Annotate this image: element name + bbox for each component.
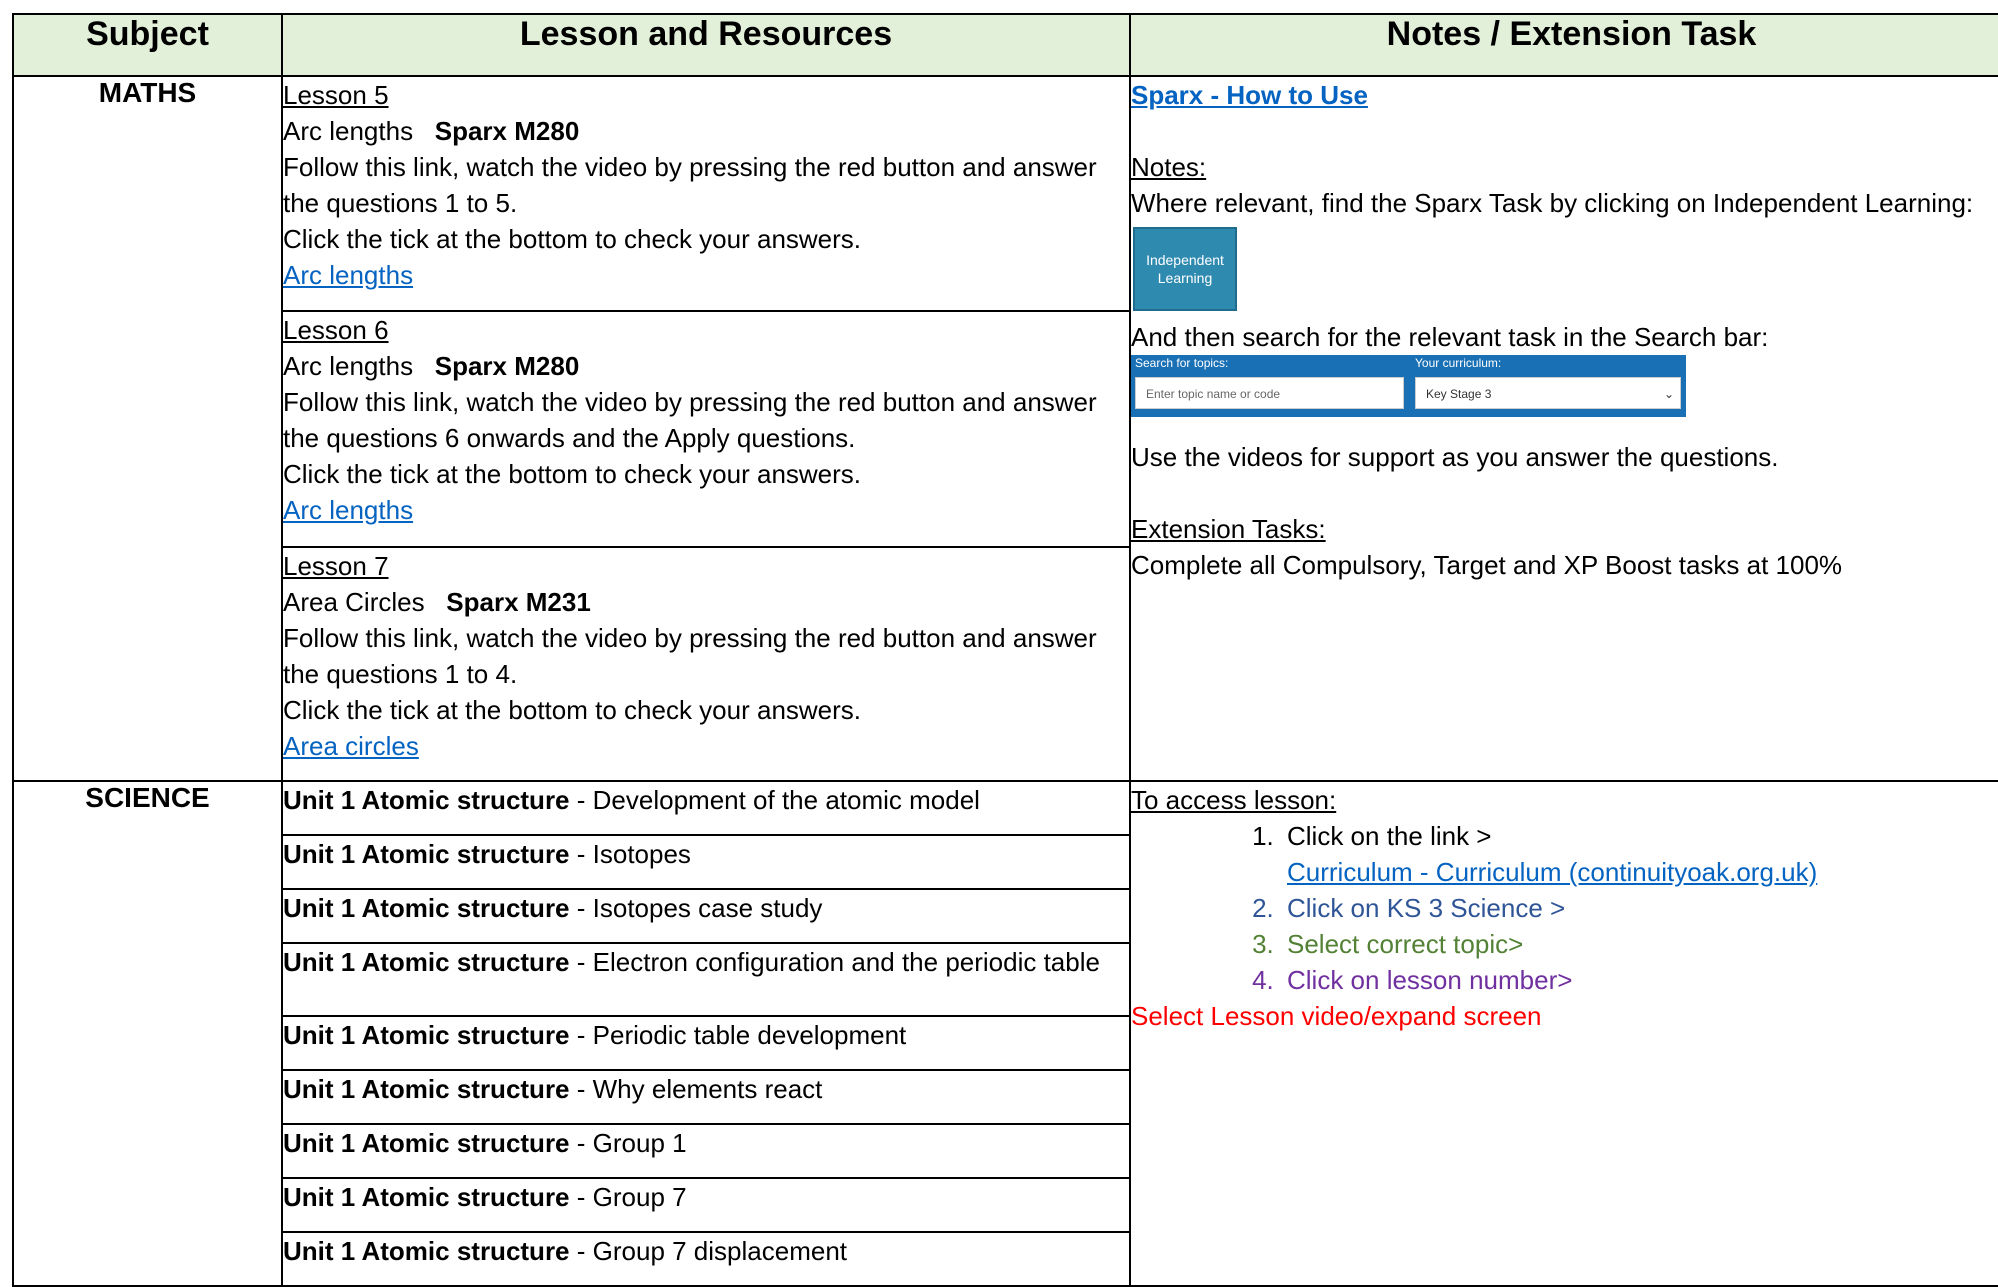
video-support-text: Use the videos for support as you answer…: [1131, 442, 1779, 472]
science-lesson-7: Unit 1 Atomic structure - Group 1: [281, 1123, 1131, 1179]
lesson-topic: Area Circles: [283, 587, 425, 617]
search-input-image: Enter topic name or code: [1135, 377, 1404, 409]
lesson-name: - Isotopes: [569, 839, 691, 869]
unit-label: Unit 1 Atomic structure: [283, 839, 570, 869]
science-notes: To access lesson: Click on the link > Cu…: [1129, 780, 1998, 1287]
search-instructions: And then search for the relevant task in…: [1131, 322, 1769, 352]
step-2: Click on KS 3 Science >: [1281, 890, 1998, 926]
sparx-code: Sparx M280: [434, 351, 580, 381]
science-row-1: SCIENCE Unit 1 Atomic structure - Develo…: [12, 780, 1998, 1287]
final-instruction: Select Lesson video/expand screen: [1131, 1001, 1542, 1031]
step-1: Click on the link > Curriculum - Curricu…: [1281, 818, 1998, 890]
lesson-name: - Development of the atomic model: [569, 785, 980, 815]
subject-science: SCIENCE: [12, 780, 283, 1287]
lesson-check-instructions: Click the tick at the bottom to check yo…: [283, 224, 862, 254]
step-4: Click on lesson number>: [1281, 962, 1998, 998]
maths-lesson-5: Lesson 5 Arc lengths Sparx M280 Follow t…: [281, 75, 1131, 312]
lesson-topic: Arc lengths: [283, 116, 414, 146]
document-page: Subject Lesson and Resources Notes / Ext…: [0, 0, 1998, 1287]
maths-lesson-6: Lesson 6 Arc lengths Sparx M280 Follow t…: [281, 310, 1131, 548]
extension-text: Complete all Compulsory, Target and XP B…: [1131, 550, 1843, 580]
timetable-grid: Subject Lesson and Resources Notes / Ext…: [12, 13, 1998, 1287]
lesson-check-instructions: Click the tick at the bottom to check yo…: [283, 695, 862, 725]
header-subject: Subject: [12, 13, 283, 77]
maths-notes: Sparx - How to Use Notes: Where relevant…: [1129, 75, 1998, 782]
unit-label: Unit 1 Atomic structure: [283, 893, 570, 923]
notes-heading: Notes:: [1131, 152, 1207, 182]
curriculum-value: Key Stage 3: [1426, 387, 1492, 401]
notes-text: Where relevant, find the Sparx Task by c…: [1131, 188, 1974, 218]
science-lesson-2: Unit 1 Atomic structure - Isotopes: [281, 834, 1131, 890]
access-heading: To access lesson:: [1131, 785, 1337, 815]
chevron-down-icon: ⌄: [1663, 387, 1674, 401]
lesson-name: - Electron configuration and the periodi…: [569, 947, 1100, 977]
header-notes: Notes / Extension Task: [1129, 13, 1998, 77]
sparx-code: Sparx M280: [434, 116, 580, 146]
lesson-topic-line: Arc lengths Sparx M280: [283, 113, 1129, 149]
independent-learning-button-image: Independent Learning: [1133, 227, 1237, 311]
science-lesson-4: Unit 1 Atomic structure - Electron confi…: [281, 942, 1131, 1017]
search-bar-image: Search for topics: Your curriculum: Ente…: [1131, 355, 1686, 417]
lesson-title: Lesson 6: [283, 315, 389, 345]
lesson-title: Lesson 5: [283, 80, 389, 110]
lesson-link[interactable]: Area circles: [283, 731, 419, 761]
unit-label: Unit 1 Atomic structure: [283, 1074, 570, 1104]
lesson-name: - Why elements react: [569, 1074, 823, 1104]
lesson-name: - Group 7: [569, 1182, 687, 1212]
maths-row-lesson5: MATHS Lesson 5 Arc lengths Sparx M280 Fo…: [12, 75, 1998, 782]
step-3: Select correct topic>: [1281, 926, 1998, 962]
lesson-topic-line: Area Circles Sparx M231: [283, 584, 1129, 620]
unit-label: Unit 1 Atomic structure: [283, 1236, 570, 1266]
lesson-instructions: Follow this link, watch the video by pre…: [283, 623, 1097, 689]
access-steps: Click on the link > Curriculum - Curricu…: [1131, 818, 1998, 998]
lesson-topic-line: Arc lengths Sparx M280: [283, 348, 1129, 384]
lesson-name: - Group 1: [569, 1128, 687, 1158]
unit-label: Unit 1 Atomic structure: [283, 1182, 570, 1212]
sparx-howto-link[interactable]: Sparx - How to Use: [1131, 77, 1998, 113]
extension-heading: Extension Tasks:: [1131, 514, 1326, 544]
science-lesson-8: Unit 1 Atomic structure - Group 7: [281, 1177, 1131, 1233]
lesson-link[interactable]: Arc lengths: [283, 260, 413, 290]
lesson-instructions: Follow this link, watch the video by pre…: [283, 152, 1097, 218]
search-topics-label: Search for topics:: [1135, 356, 1229, 370]
unit-label: Unit 1 Atomic structure: [283, 1128, 570, 1158]
lesson-name: - Periodic table development: [569, 1020, 907, 1050]
lesson-link[interactable]: Arc lengths: [283, 495, 413, 525]
lesson-check-instructions: Click the tick at the bottom to check yo…: [283, 459, 862, 489]
curriculum-select-image: Key Stage 3 ⌄: [1415, 377, 1681, 409]
lesson-name: - Isotopes case study: [569, 893, 823, 923]
science-lesson-9: Unit 1 Atomic structure - Group 7 displa…: [281, 1231, 1131, 1287]
science-lesson-1: Unit 1 Atomic structure - Development of…: [281, 780, 1131, 836]
lesson-instructions: Follow this link, watch the video by pre…: [283, 387, 1097, 453]
lesson-topic: Arc lengths: [283, 351, 414, 381]
science-lesson-3: Unit 1 Atomic structure - Isotopes case …: [281, 888, 1131, 944]
curriculum-label: Your curriculum:: [1415, 356, 1502, 370]
lesson-title: Lesson 7: [283, 551, 389, 581]
header-lesson: Lesson and Resources: [281, 13, 1131, 77]
lesson-name: - Group 7 displacement: [569, 1236, 847, 1266]
unit-label: Unit 1 Atomic structure: [283, 947, 570, 977]
science-lesson-6: Unit 1 Atomic structure - Why elements r…: [281, 1069, 1131, 1125]
header-row: Subject Lesson and Resources Notes / Ext…: [12, 13, 1998, 77]
step-1-text: Click on the link >: [1287, 821, 1492, 851]
subject-maths: MATHS: [12, 75, 283, 782]
curriculum-link[interactable]: Curriculum - Curriculum (continuityoak.o…: [1287, 857, 1817, 887]
sparx-code: Sparx M231: [446, 587, 591, 617]
science-lesson-5: Unit 1 Atomic structure - Periodic table…: [281, 1015, 1131, 1071]
unit-label: Unit 1 Atomic structure: [283, 785, 570, 815]
maths-lesson-7: Lesson 7 Area Circles Sparx M231 Follow …: [281, 546, 1131, 782]
unit-label: Unit 1 Atomic structure: [283, 1020, 570, 1050]
